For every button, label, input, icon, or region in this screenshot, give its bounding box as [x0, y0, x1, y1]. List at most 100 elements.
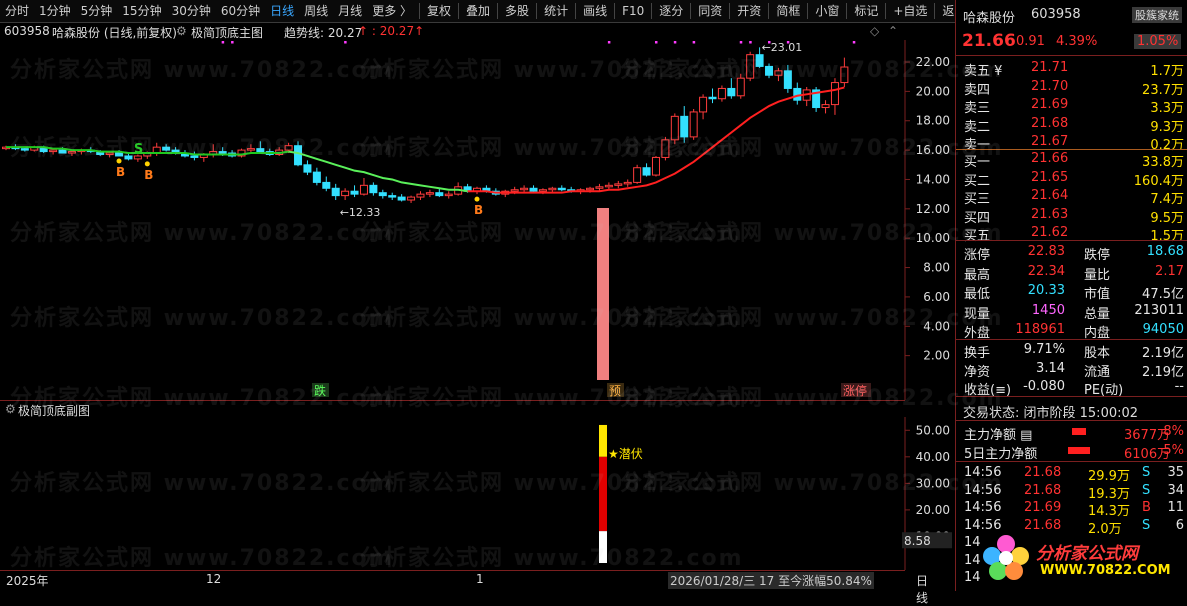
stock-name-label: 哈森股份 (日线,前复权): [52, 26, 177, 40]
tick-price: 21.68: [1024, 482, 1062, 498]
panel-stock-code: 603958: [1031, 7, 1081, 22]
stat-value: --: [1174, 379, 1184, 394]
signal-dot: [144, 161, 150, 167]
toolbar-item-3[interactable]: 15分钟: [117, 1, 166, 21]
top-marker-dot: [654, 41, 658, 44]
toolbar-item-6[interactable]: 日线: [265, 1, 299, 21]
top-marker-dot: [749, 41, 752, 44]
stat-row: 换手 股本 2.19亿 9.71%: [956, 341, 1187, 361]
toolbar-item-7[interactable]: 周线: [299, 1, 333, 21]
stat-value: 2.17: [1155, 263, 1184, 279]
watermark-text: 分析家公式网 www.70822.com: [620, 471, 1004, 496]
site-logo: 分析家公式网 WWW.70822.COM: [980, 530, 1180, 584]
candle-body: [331, 187, 340, 197]
top-marker-dot: [673, 41, 677, 44]
indicator-name[interactable]: 极简顶底主图: [191, 24, 263, 41]
flow-label: 5日主力净额: [964, 447, 1038, 462]
y-tick-label: 2.00: [923, 349, 950, 363]
toolbar-item-4[interactable]: 30分钟: [167, 1, 216, 21]
bid-price: 21.63: [1031, 206, 1069, 222]
candle-body: [557, 187, 566, 191]
toolbar-item-10[interactable]: 复权: [422, 1, 456, 21]
candle-body: [341, 190, 350, 197]
date-axis-bar: 2025年 12 1 2026/01/28/三 17 至今涨幅50.84% 日线: [0, 570, 928, 605]
stat-key: 流通: [1084, 364, 1111, 380]
trend-line-value: ↑ : 20.27↑: [358, 24, 425, 38]
stat-value: 94050: [1142, 322, 1184, 337]
ask-volume: 9.3万: [1150, 119, 1184, 135]
toolbar-item-21[interactable]: 标记: [849, 1, 883, 21]
sub-y-tick-label: 40.00: [916, 450, 950, 464]
toolbar-item-15[interactable]: F10: [617, 1, 649, 21]
period-label[interactable]: 日线: [916, 572, 928, 606]
top-marker-dot: [768, 41, 771, 44]
toolbar-item-14[interactable]: 画线: [578, 1, 612, 21]
candle-body: [388, 195, 397, 198]
bid-price: 21.65: [1031, 169, 1069, 185]
toolbar-item-8[interactable]: 月线: [333, 1, 367, 21]
candle-body: [548, 187, 557, 191]
settings-gear-icon[interactable]: ⚙: [176, 24, 187, 38]
y-tick-label: 18.00: [916, 114, 950, 128]
bid-volume: 9.5万: [1150, 210, 1184, 226]
bid-volume: 1.5万: [1150, 229, 1184, 244]
toolbar-item-5[interactable]: 60分钟: [216, 1, 265, 21]
stat-value: 213011: [1134, 302, 1184, 318]
stat-key: 换手: [964, 346, 991, 361]
ask-label: 卖三: [964, 101, 991, 116]
stat-row: 净资 流通 2.19亿 3.14: [956, 360, 1187, 380]
toolbar-item-0[interactable]: 分时: [0, 1, 34, 21]
diamond-icon[interactable]: ◇: [870, 24, 879, 38]
tick-count: 11: [1167, 500, 1184, 515]
watermark-text: 分析家公式网 www.70822.com: [10, 386, 394, 411]
candle-body: [425, 192, 434, 195]
bid-row: 买三 21.64 7.4万: [956, 187, 1187, 207]
tick-flag: S: [1142, 482, 1151, 498]
ask-price: 21.71: [1031, 60, 1069, 75]
top-marker-dot: [344, 41, 347, 44]
flow-row: 主力净额 ▤ 3677万 8%: [956, 423, 1187, 443]
watermark-text: 分析家公式网 www.70822.com: [10, 136, 394, 161]
toolbar-item-13[interactable]: 统计: [539, 1, 573, 21]
candle-body: [538, 189, 547, 192]
candle-body: [642, 167, 651, 176]
y-tick-label: 8.00: [923, 261, 950, 275]
collapse-icon[interactable]: ⌃: [888, 24, 898, 38]
toolbar-item-12[interactable]: 多股: [500, 1, 534, 21]
stat-value: 47.5亿: [1142, 287, 1184, 302]
tick-time: 14:56: [964, 500, 1002, 515]
toolbar-item-16[interactable]: 逐分: [654, 1, 688, 21]
watermark-text: 分析家公式网 www.70822.com: [620, 306, 1004, 331]
toolbar-item-17[interactable]: 同资: [693, 1, 727, 21]
toolbar-item-18[interactable]: 开资: [732, 1, 766, 21]
range-info: 2026/01/28/三 17 至今涨幅50.84%: [668, 572, 874, 589]
flow-label: 主力净额 ▤: [964, 428, 1033, 443]
month-mark-12: 12: [206, 572, 222, 586]
toolbar-item-1[interactable]: 1分钟: [34, 1, 76, 21]
bid-price: 21.66: [1031, 151, 1069, 166]
stat-key: 市值: [1084, 287, 1111, 302]
toolbar-item-22[interactable]: +自选: [888, 1, 932, 21]
candle-body: [699, 96, 708, 113]
watermark-text: 分析家公式网 www.70822.com: [620, 221, 1004, 246]
flow-pct: 5%: [1163, 443, 1184, 458]
candle-body: [397, 196, 406, 201]
stat-key: 最高: [964, 267, 991, 283]
toolbar-item-20[interactable]: 小窗: [810, 1, 844, 21]
watermark-text: 分析家公式网 www.70822.com: [10, 546, 394, 571]
toolbar-item-9[interactable]: 更多 〉: [367, 1, 417, 21]
toolbar-item-19[interactable]: 简框: [771, 1, 805, 21]
category-tag[interactable]: 股簇家统: [1132, 7, 1182, 23]
top-marker-dot: [786, 41, 790, 44]
ask-price: 21.68: [1031, 115, 1069, 131]
top-marker-dot: [852, 41, 856, 44]
toolbar-item-2[interactable]: 5分钟: [76, 1, 118, 21]
stat-value: 2.19亿: [1142, 346, 1184, 361]
candle-body: [821, 104, 830, 109]
tick-time: 14: [964, 552, 981, 568]
stat-row: 最高 量比 2.17 22.34: [956, 263, 1187, 283]
bid-volume: 33.8万: [1142, 155, 1184, 170]
ask-price: 21.67: [1031, 134, 1069, 149]
toolbar-item-11[interactable]: 叠加: [461, 1, 495, 21]
flow-pct: 8%: [1163, 424, 1184, 439]
